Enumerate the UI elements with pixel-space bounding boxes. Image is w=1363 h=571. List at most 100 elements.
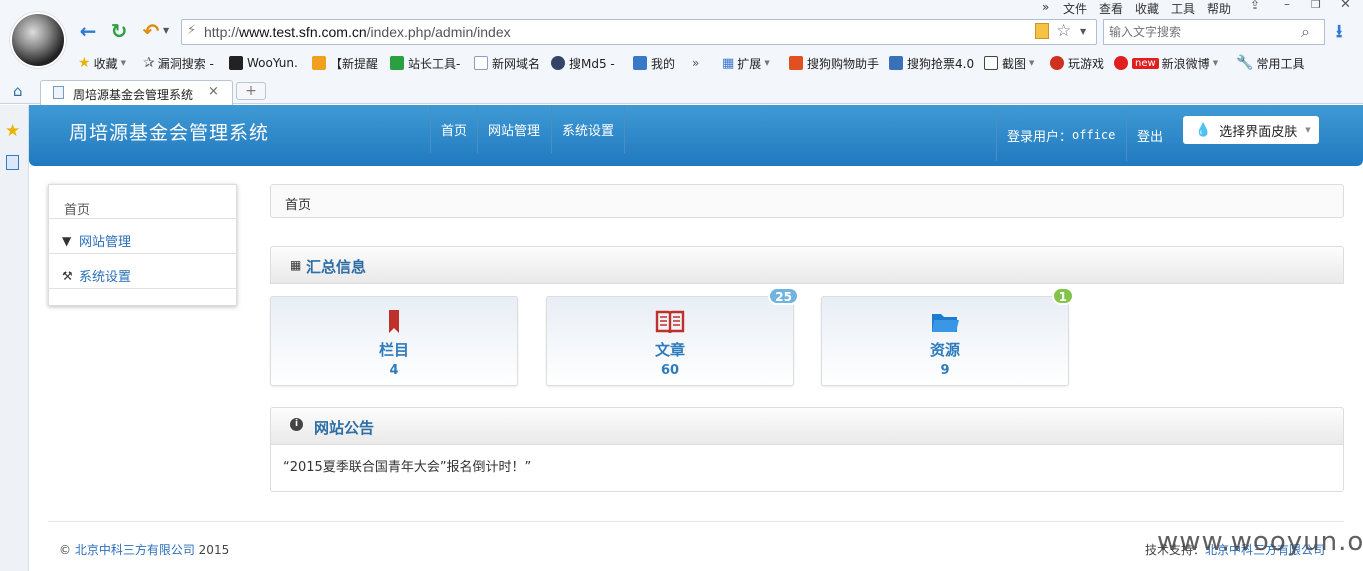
- login-username: office: [1072, 128, 1116, 142]
- nav-system-settings[interactable]: 系统设置: [551, 105, 626, 153]
- bookmark-extensions[interactable]: ▦ 扩展 ▼: [722, 54, 770, 72]
- download-icon[interactable]: ⭳: [1336, 19, 1342, 49]
- bookmark-vuln-search[interactable]: ✰ 漏洞搜索 -: [143, 54, 214, 72]
- grid-icon: ▦: [290, 258, 302, 272]
- new-tab-button[interactable]: +: [236, 82, 266, 100]
- card-resources[interactable]: 1 资源 9: [821, 287, 1074, 386]
- refresh-icon[interactable]: ↻: [108, 19, 130, 43]
- footer-divider: [48, 521, 1344, 522]
- nav-site-management[interactable]: 网站管理: [477, 105, 550, 153]
- card-value: 9: [940, 363, 950, 378]
- url-prefix: http://: [204, 24, 240, 40]
- skin-selector-button[interactable]: 💧 选择界面皮肤 ▼: [1183, 116, 1319, 144]
- sidebar-item-site-management[interactable]: ▼ 网站管理: [49, 219, 236, 254]
- summary-title: 汇总信息: [306, 258, 367, 276]
- bookmark-screenshot[interactable]: 截图 ▼: [984, 54, 1034, 72]
- notice-panel-header: i 网站公告: [270, 407, 1344, 445]
- sidebar-item-system-settings[interactable]: ⚒ 系统设置: [49, 254, 236, 289]
- star-icon[interactable]: ☆: [1056, 21, 1071, 41]
- bookmark-webmaster-tools[interactable]: 站长工具-: [390, 54, 460, 72]
- info-icon: i: [290, 418, 303, 431]
- skin-window-icon[interactable]: ⇪: [1250, 0, 1260, 12]
- bookmark-label: 新浪微博: [1161, 56, 1210, 71]
- bookmark-mine[interactable]: 我的: [633, 54, 675, 72]
- card-label: 文章: [654, 341, 685, 359]
- bookmark-label: 我的: [651, 56, 676, 71]
- menu-help[interactable]: 帮助: [1207, 0, 1231, 17]
- search-box[interactable]: ⌕: [1103, 19, 1325, 45]
- login-user: 登录用户： office: [996, 109, 1125, 161]
- page-icon: [474, 56, 488, 70]
- menu-more-icon[interactable]: »: [1042, 0, 1049, 14]
- search-input[interactable]: [1109, 21, 1299, 43]
- user-avatar[interactable]: [10, 12, 66, 68]
- menu-view[interactable]: 查看: [1099, 0, 1123, 17]
- menu-tools[interactable]: 工具: [1171, 0, 1195, 17]
- sidebar: 首页 ▼ 网站管理 ⚒ 系统设置: [48, 184, 237, 306]
- wooyun-icon: [229, 56, 243, 70]
- search-icon[interactable]: ⌕: [1301, 22, 1310, 42]
- url-text[interactable]: http://www.test.sfn.com.cn/index.php/adm…: [204, 24, 511, 40]
- card-label: 栏目: [378, 341, 409, 359]
- new-badge: new: [1132, 57, 1159, 69]
- wrench-icon: 🔧: [1236, 55, 1254, 71]
- sidebar-item-label: 系统设置: [79, 270, 132, 285]
- bookmark-icon: [389, 310, 399, 333]
- shopping-icon: [789, 56, 803, 70]
- bookmark-md5[interactable]: 搜Md5 -: [551, 54, 615, 72]
- summary-panel-header: ▦ 汇总信息: [270, 246, 1344, 284]
- mine-icon: [633, 56, 647, 70]
- url-host: www.test.sfn.com.cn: [239, 24, 367, 40]
- bookmark-label: 玩游戏: [1068, 56, 1105, 71]
- page-mode-icon[interactable]: [1035, 23, 1049, 39]
- home-icon[interactable]: ⌂: [13, 82, 23, 100]
- favorites-icon[interactable]: ★: [5, 121, 20, 141]
- sidebar-header: 首页: [49, 185, 236, 219]
- minimize-icon[interactable]: –: [1284, 0, 1290, 11]
- back-icon[interactable]: ←: [77, 19, 99, 43]
- side-strip: ★: [0, 105, 29, 571]
- login-label: 登录用户：: [1007, 129, 1073, 145]
- bookmark-domain[interactable]: 新网域名: [474, 54, 540, 72]
- close-window-icon[interactable]: ✕: [1340, 0, 1351, 12]
- bookmark-label: 收藏: [93, 56, 118, 71]
- restore-icon[interactable]: ❐: [1311, 0, 1321, 11]
- bookmark-sogou-shopping[interactable]: 搜狗购物助手: [789, 54, 879, 72]
- bookmark-star-icon: ✰: [143, 55, 155, 71]
- bookmark-games[interactable]: 玩游戏: [1050, 54, 1104, 72]
- address-bar[interactable]: ⚡ http://www.test.sfn.com.cn/index.php/a…: [181, 19, 1097, 45]
- bookmark-label: 【新提醒: [330, 56, 379, 71]
- browser-tab[interactable]: 周培源基金会管理系统 ×: [40, 80, 233, 105]
- screenshot-icon: [984, 56, 998, 70]
- logout-link[interactable]: 登出: [1126, 109, 1173, 161]
- drop-icon: 💧: [1195, 122, 1212, 138]
- bookmark-wooyun[interactable]: WooYun.: [229, 54, 298, 72]
- sidebar-item-label: 网站管理: [79, 235, 132, 250]
- bookmark-weibo[interactable]: new 新浪微博 ▼: [1114, 54, 1218, 72]
- bookmark-label: 搜狗抢票4.0: [907, 56, 975, 71]
- menu-file[interactable]: 文件: [1063, 0, 1087, 17]
- skin-label: 选择界面皮肤: [1219, 124, 1298, 140]
- bookmark-common-tools[interactable]: 🔧 常用工具: [1236, 54, 1304, 72]
- bookmark-favorites[interactable]: ★ 收藏 ▼: [78, 54, 126, 72]
- card-articles[interactable]: 25 文章 60: [546, 287, 799, 386]
- browser-chrome: ← ↻ ↶ ▼ ⚡ http://www.test.sfn.com.cn/ind…: [0, 0, 1363, 105]
- bookmarks-more-icon[interactable]: »: [692, 54, 699, 72]
- nav-home[interactable]: 首页: [430, 105, 477, 153]
- notice-title: 网站公告: [314, 419, 375, 437]
- watermark: www.wooyun.org: [1157, 527, 1363, 557]
- footer-company-link[interactable]: 北京中科三方有限公司: [75, 543, 195, 557]
- bookmark-sogou-tickets[interactable]: 搜狗抢票4.0: [889, 54, 974, 72]
- tab-close-icon[interactable]: ×: [208, 84, 219, 99]
- reader-icon[interactable]: [6, 155, 19, 170]
- bookmark-label: 搜Md5 -: [569, 56, 615, 71]
- folder-icon: [932, 314, 959, 332]
- notice-text[interactable]: “2015夏季联合国青年大会”报名倒计时！”: [283, 460, 531, 475]
- wrench-icon: ⚒: [62, 268, 73, 283]
- card-columns[interactable]: 栏目 4: [270, 296, 518, 386]
- undo-icon[interactable]: ↶: [140, 19, 162, 43]
- address-dropdown-icon[interactable]: ▼: [1080, 27, 1086, 36]
- undo-dropdown-icon[interactable]: ▼: [163, 26, 169, 35]
- menu-favorites[interactable]: 收藏: [1135, 0, 1159, 17]
- bookmark-reminder[interactable]: 【新提醒: [312, 54, 378, 72]
